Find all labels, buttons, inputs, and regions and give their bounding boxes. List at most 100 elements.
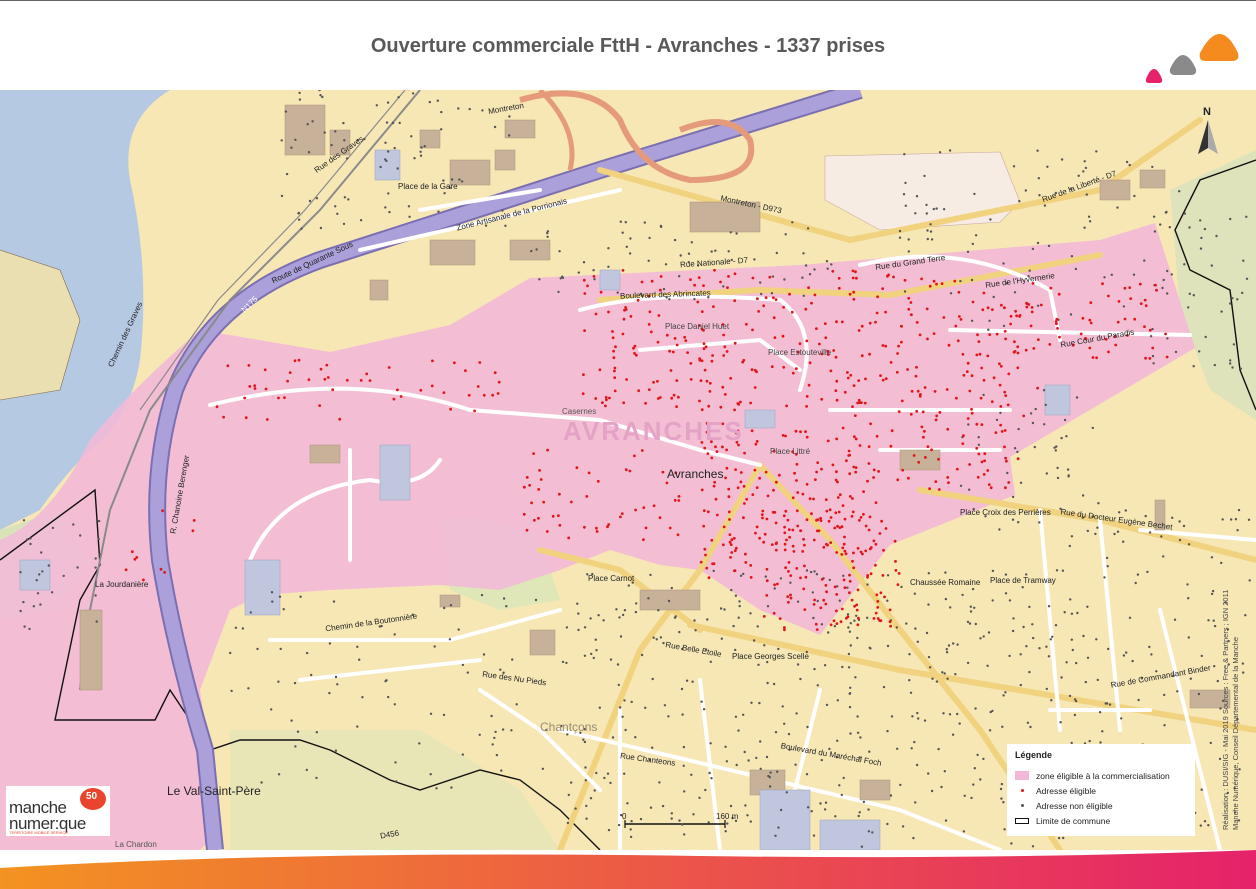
address-dot	[40, 551, 43, 554]
address-dot	[1213, 665, 1216, 668]
address-dot	[848, 573, 851, 577]
address-dot	[558, 250, 561, 253]
address-dot	[835, 320, 838, 324]
address-dot	[763, 644, 766, 647]
address-dot	[265, 418, 269, 421]
address-dot	[853, 619, 856, 622]
address-dot	[820, 623, 824, 626]
address-dot	[728, 540, 732, 544]
address-dot	[712, 569, 715, 573]
address-dot	[982, 393, 985, 397]
address-dot	[565, 626, 569, 629]
address-dot	[1063, 611, 1066, 614]
address-dot	[807, 286, 810, 290]
address-dot	[1116, 206, 1119, 209]
address-dot	[910, 313, 913, 317]
address-dot	[743, 451, 746, 455]
address-dot	[419, 150, 422, 153]
address-dot	[795, 712, 798, 715]
address-dot	[1152, 215, 1156, 218]
address-dot	[728, 518, 731, 521]
address-dot	[812, 603, 816, 606]
address-dot	[802, 294, 805, 297]
address-dot	[501, 728, 505, 731]
address-dot	[478, 733, 481, 736]
address-dot	[828, 578, 831, 582]
address-dot	[1077, 174, 1080, 177]
address-dot	[878, 619, 881, 622]
address-dot	[1088, 220, 1092, 223]
address-dot	[1024, 189, 1028, 192]
address-dot	[710, 538, 714, 542]
address-dot	[1051, 635, 1054, 638]
address-dot	[851, 269, 855, 273]
address-dot	[820, 758, 823, 762]
address-dot	[583, 740, 587, 744]
address-dot	[1247, 518, 1251, 521]
address-dot	[944, 819, 948, 822]
address-dot	[935, 680, 939, 683]
address-dot	[824, 801, 828, 804]
address-dot	[677, 495, 681, 498]
address-dot	[947, 343, 951, 347]
address-dot	[515, 703, 518, 706]
address-dot	[1187, 597, 1190, 600]
address-dot	[852, 384, 856, 387]
address-dot	[608, 396, 611, 400]
address-dot	[690, 241, 693, 244]
address-dot	[879, 374, 882, 377]
address-dot	[956, 643, 959, 646]
address-dot	[534, 598, 538, 602]
address-dot	[284, 110, 288, 113]
address-dot	[628, 252, 632, 255]
address-dot	[847, 454, 851, 457]
address-dot	[812, 538, 816, 542]
address-dot	[948, 149, 952, 152]
address-dot	[920, 277, 923, 281]
address-dot	[813, 667, 816, 671]
address-dot	[464, 369, 467, 373]
address-dot	[703, 446, 707, 450]
address-dot	[820, 577, 824, 581]
address-dot	[832, 619, 836, 623]
address-dot	[815, 628, 819, 631]
address-dot	[750, 701, 753, 704]
address-dot	[589, 797, 593, 800]
address-dot	[1162, 555, 1165, 558]
address-dot	[566, 821, 570, 825]
address-dot	[1022, 414, 1026, 418]
address-dot	[756, 297, 759, 301]
map-canvas[interactable]: AVRANCHES Avranches Le Val-Saint-Père Ch…	[0, 90, 1256, 850]
address-dot	[903, 290, 907, 293]
address-dot	[678, 275, 681, 278]
address-dot	[618, 616, 621, 619]
address-dot	[468, 107, 471, 111]
address-dot	[979, 637, 982, 640]
address-dot	[1108, 703, 1112, 706]
address-dot	[900, 324, 903, 328]
address-dot	[1057, 292, 1061, 296]
legend-item-non-eligible: Adresse non éligible	[1015, 798, 1187, 813]
address-dot	[1081, 494, 1085, 497]
address-dot	[783, 531, 787, 535]
address-dot	[773, 336, 777, 339]
address-dot	[884, 377, 888, 381]
address-dot	[670, 586, 673, 590]
address-dot	[1028, 605, 1031, 609]
address-dot	[706, 452, 710, 455]
address-dot	[710, 359, 714, 363]
address-dot	[343, 139, 346, 142]
address-dot	[496, 392, 500, 395]
address-dot	[22, 600, 25, 604]
address-dot	[1012, 617, 1015, 620]
address-dot	[460, 180, 464, 183]
address-dot	[315, 731, 318, 734]
address-dot	[1166, 337, 1169, 340]
address-dot	[581, 392, 585, 396]
address-dot	[1200, 654, 1204, 658]
address-dot	[799, 430, 802, 434]
brand-badge-text: 50	[86, 791, 98, 802]
address-dot	[968, 389, 972, 393]
address-dot	[1161, 286, 1164, 290]
address-dot	[825, 260, 829, 263]
